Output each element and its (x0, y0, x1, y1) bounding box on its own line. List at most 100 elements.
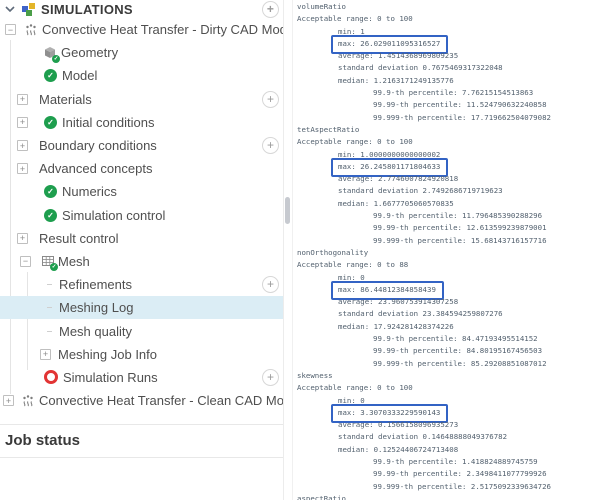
expand-expander[interactable]: + (17, 140, 28, 152)
expand-expander[interactable]: + (40, 348, 51, 360)
metric-max-line: max: 86.44812384858439 (297, 280, 614, 301)
metric-range: Acceptable range: 0 to 100 (297, 383, 413, 393)
check-badge-icon: ✓ (50, 263, 58, 272)
log-section-nonorthogonality: nonOrthogonality Acceptable range: 0 to … (297, 247, 614, 370)
sidebar-item-meshing-log[interactable]: Meshing Log (0, 296, 283, 320)
metric-percentile: 99.999-th percentile: 15.68143716157716 (373, 235, 547, 245)
sidebar-item-simulation-control[interactable]: ✓ Simulation control (0, 204, 283, 227)
sidebar-item-label: Simulation control (62, 207, 166, 223)
add-material-button[interactable]: + (262, 90, 279, 108)
metric-percentile: 99.99-th percentile: 11.524790632240858 (373, 100, 547, 110)
check-badge-icon: ✓ (52, 54, 60, 63)
sidebar-item-meshing-job-info[interactable]: + Meshing Job Info (0, 343, 283, 366)
metric-name: nonOrthogonality (297, 247, 369, 257)
job-status-header: Job status (0, 424, 283, 459)
sidebar-item-label: Boundary conditions (39, 138, 157, 154)
metric-max-line: max: 3.3070333229590143 (297, 403, 614, 424)
sidebar-item-materials[interactable]: + Materials + (0, 88, 283, 111)
sidebar-item-simulation-runs[interactable]: Simulation Runs + (0, 366, 283, 389)
sidebar-item-label: Materials (39, 91, 92, 107)
metric-median: median: 1.6677705060570835 (338, 198, 454, 208)
simulation-tree-panel: SIMULATIONS + − Convective Heat Transfer… (0, 0, 283, 500)
metric-percentile: 99.999-th percentile: 2.5175092339634726 (373, 481, 551, 491)
metric-percentile: 99.999-th percentile: 17.719662504079082 (373, 112, 551, 122)
sidebar-item-label: Refinements (59, 277, 132, 293)
metric-stddev: standard deviation 23.384594259807276 (338, 309, 503, 319)
physics-icon (23, 394, 33, 406)
sidebar-item-initial-conditions[interactable]: + ✓ Initial conditions (0, 111, 283, 134)
log-section-skewness: skewness Acceptable range: 0 to 100 min:… (297, 370, 614, 493)
metric-percentile: 99.9-th percentile: 11.796485390288296 (373, 211, 543, 221)
chevron-down-icon[interactable] (5, 6, 15, 12)
expand-expander[interactable]: + (17, 116, 28, 128)
sidebar-item-model[interactable]: ✓ Model (0, 64, 283, 87)
sidebar-item-label: Simulation Runs (63, 369, 158, 385)
sidebar-item-advanced-concepts[interactable]: + Advanced concepts (0, 157, 283, 180)
simulations-icon (22, 2, 36, 16)
collapse-expander[interactable]: − (20, 255, 31, 267)
log-section-tetaspectratio: tetAspectRatio Acceptable range: 0 to 10… (297, 124, 614, 247)
metric-average: average: 1.4514368969809235 (338, 51, 459, 61)
sidebar-item-result-control[interactable]: + Result control (0, 227, 283, 250)
physics-icon (26, 23, 36, 35)
sidebar-item-refinements[interactable]: Refinements + (0, 273, 283, 296)
metric-range: Acceptable range: 0 to 100 (297, 137, 413, 147)
metric-median: median: 0.12524406724713408 (338, 444, 459, 454)
log-section-aspectratio: aspectRatio Acceptable range: 0 to 100 (297, 493, 614, 500)
sidebar-item-label: Convective Heat Transfer - Clean CAD Mod… (39, 393, 283, 409)
sidebar-item-label: Meshing Log (59, 300, 134, 316)
metric-stddev: standard deviation 0.14648888049376782 (338, 432, 508, 442)
metric-max-line: max: 26.245801171804633 (297, 157, 614, 178)
sidebar-item-clean-cad-model[interactable]: + Convective Heat Transfer - Clean CAD M… (0, 389, 283, 412)
metric-name: aspectRatio (297, 493, 346, 500)
metric-stddev: standard deviation 0.7675469317322048 (338, 63, 503, 73)
tree-dash (47, 284, 52, 286)
sidebar-item-label: Meshing Job Info (58, 346, 158, 362)
metric-max-line: max: 26.029011095316527 (297, 34, 614, 55)
metric-percentile: 99.99-th percentile: 2.3498411077799926 (373, 469, 547, 479)
sidebar-item-label: Result control (39, 230, 119, 246)
sidebar-item-simulations[interactable]: SIMULATIONS + (0, 0, 283, 18)
metric-percentile: 99.9-th percentile: 7.76215154513863 (373, 88, 534, 98)
metric-name: skewness (297, 370, 333, 380)
collapse-expander[interactable]: − (5, 24, 16, 36)
expand-expander[interactable]: + (3, 395, 14, 407)
metric-percentile: 99.9-th percentile: 1.418824889745759 (373, 456, 538, 466)
sidebar-item-mesh-quality[interactable]: Mesh quality (0, 319, 283, 342)
sidebar-item-boundary-conditions[interactable]: + Boundary conditions + (0, 134, 283, 157)
metric-average: average: 23.960753914307258 (338, 297, 459, 307)
check-circle-icon: ✓ (44, 115, 57, 129)
sidebar-item-mesh[interactable]: − ✓ Mesh (0, 250, 283, 273)
record-circle-icon (44, 370, 58, 385)
app-window: SIMULATIONS + − Convective Heat Transfer… (0, 0, 614, 500)
sidebar-item-label: Model (62, 68, 98, 84)
expand-expander[interactable]: + (17, 93, 28, 105)
check-circle-icon: ✓ (44, 208, 57, 222)
tree-dash (47, 307, 52, 309)
sidebar-item-label: Convective Heat Transfer - Dirty CAD Mod… (42, 22, 283, 38)
add-boundary-condition-button[interactable]: + (262, 137, 279, 155)
sidebar-item-numerics[interactable]: ✓ Numerics (0, 180, 283, 203)
scrollbar-thumb[interactable] (285, 197, 290, 224)
metric-percentile: 99.99-th percentile: 12.613599239879001 (373, 223, 547, 233)
metric-percentile: 99.9-th percentile: 84.47193495514152 (373, 334, 538, 344)
add-run-button[interactable]: + (262, 368, 279, 386)
expand-expander[interactable]: + (17, 232, 28, 244)
check-circle-icon: ✓ (44, 185, 57, 199)
tree-dash (47, 330, 52, 332)
log-section-volumeratio: volumeRatio Acceptable range: 0 to 100 m… (297, 1, 614, 124)
sidebar-item-label: Geometry (61, 45, 119, 61)
add-simulation-button[interactable]: + (262, 0, 279, 18)
sidebar-item-geometry[interactable]: ✓ Geometry (0, 41, 283, 64)
add-refinement-button[interactable]: + (262, 276, 279, 294)
metric-stddev: standard deviation 2.7492686719719623 (338, 186, 503, 196)
sidebar-item-label: Mesh (58, 253, 90, 269)
metric-median: median: 17.924281428374226 (338, 321, 454, 331)
expand-expander[interactable]: + (17, 163, 28, 175)
metric-median: median: 1.2163171249135776 (338, 75, 454, 85)
metric-range: Acceptable range: 0 to 88 (297, 260, 409, 270)
metric-name: tetAspectRatio (297, 124, 360, 134)
sidebar-item-label: SIMULATIONS (41, 1, 133, 17)
sidebar-item-label: Mesh quality (59, 323, 132, 339)
sidebar-item-dirty-cad-model[interactable]: − Convective Heat Transfer - Dirty CAD M… (0, 18, 283, 41)
